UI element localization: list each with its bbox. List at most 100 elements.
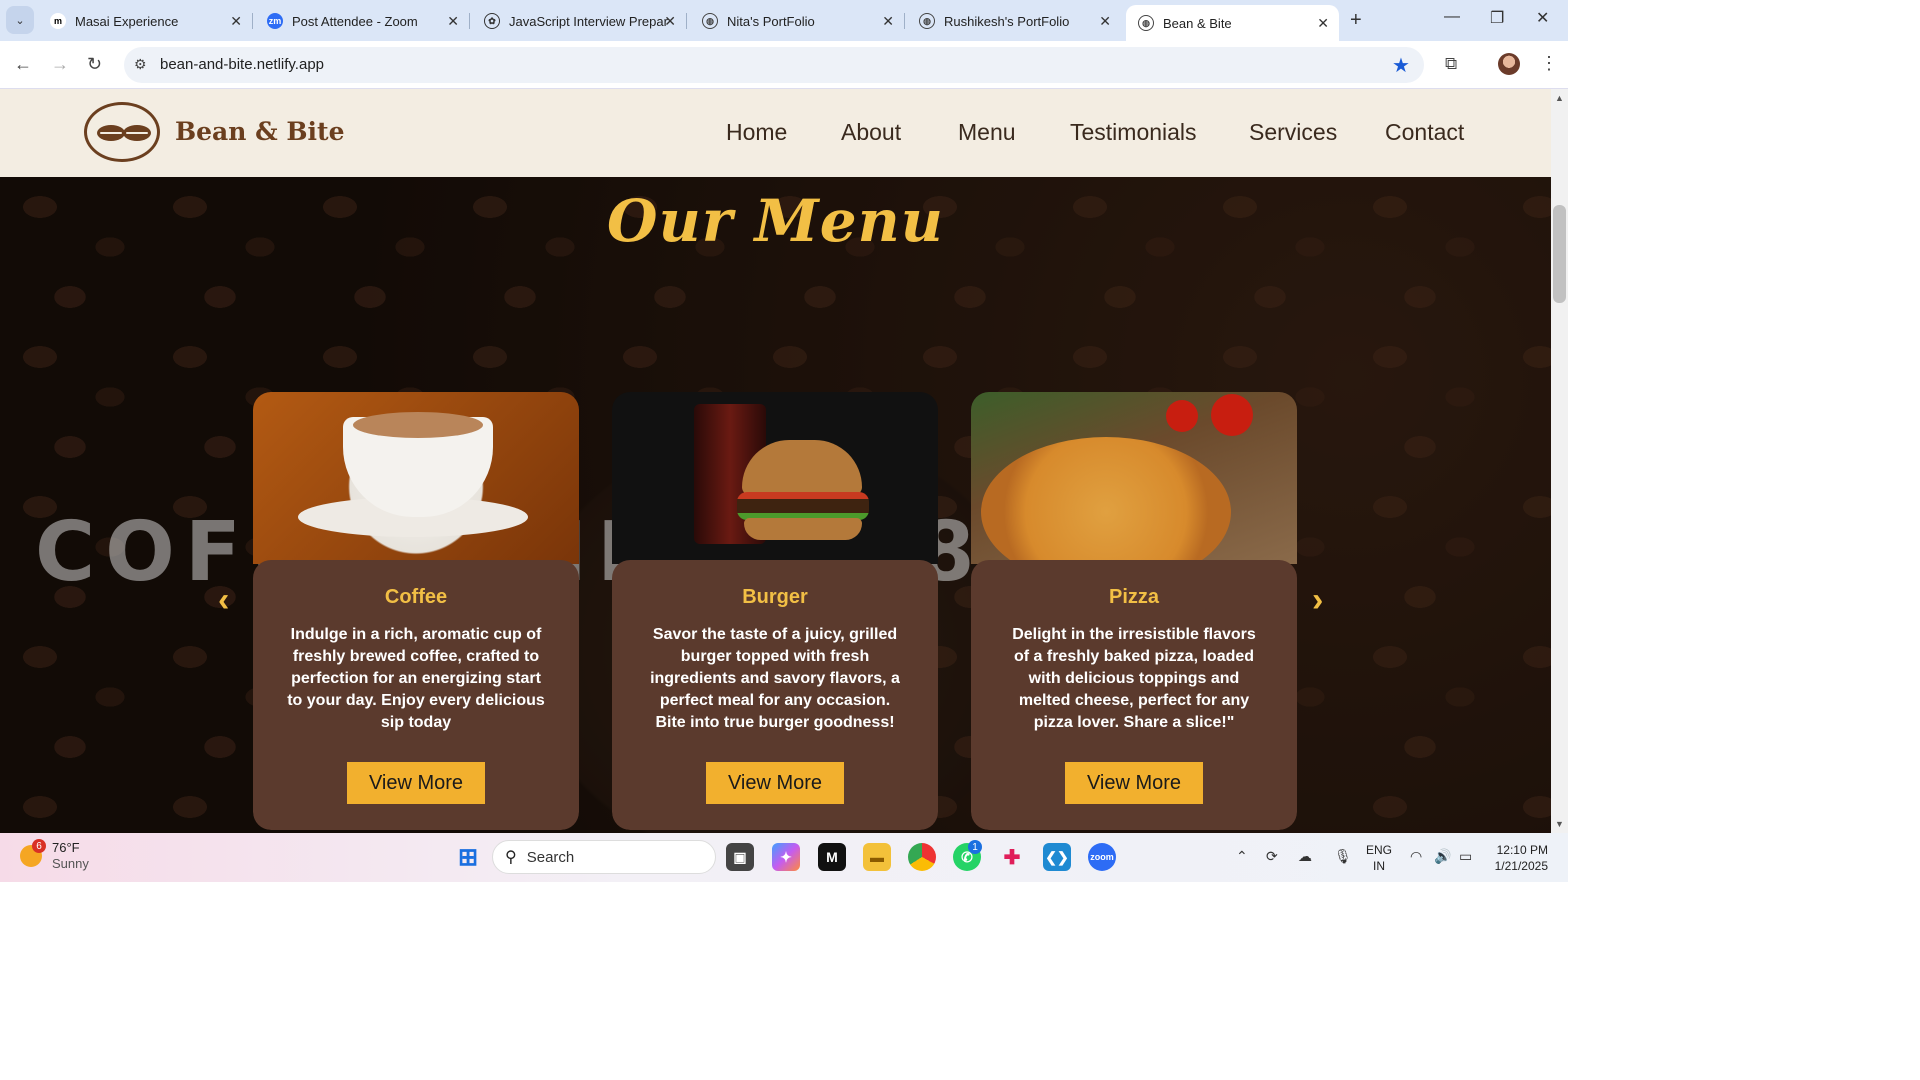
chrome-icon[interactable] <box>908 843 936 871</box>
profile-avatar[interactable] <box>1498 53 1520 75</box>
tab-title: JavaScript Interview Prepar <box>509 13 668 29</box>
tab-title: Masai Experience <box>75 13 179 29</box>
search-icon: ⚲ <box>505 849 517 866</box>
url-text[interactable]: bean-and-bite.netlify.app <box>160 56 324 73</box>
menu-card-pizza: Pizza Delight in the irresistible flavor… <box>971 392 1297 830</box>
clock-date: 1/21/2025 <box>1494 859 1548 873</box>
card-title: Pizza <box>1108 586 1160 608</box>
card-title: Coffee <box>384 586 448 608</box>
minimize-icon[interactable]: — <box>1444 8 1460 26</box>
close-icon[interactable]: ✕ <box>447 13 459 30</box>
volume-icon[interactable]: 🔊 <box>1434 848 1451 865</box>
site-header: Bean & Bite Home About Menu Testimonials… <box>0 89 1551 177</box>
back-icon[interactable]: ← <box>14 54 32 75</box>
sun-icon: 6 <box>20 839 46 867</box>
card-description: Indulge in a rich, aromatic cup of fresh… <box>287 626 545 731</box>
tab-bean-and-bite[interactable]: ◍ Bean & Bite ✕ <box>1126 5 1339 41</box>
close-icon[interactable]: ✕ <box>1317 15 1329 32</box>
sync-icon[interactable]: ⟳ <box>1266 848 1278 865</box>
coffee-image <box>253 392 579 564</box>
weather-desc: Sunny <box>52 856 89 871</box>
view-more-button[interactable]: View More <box>706 762 844 804</box>
carousel-prev-icon[interactable]: ‹ <box>218 581 229 620</box>
extensions-icon[interactable]: ⧉ <box>1445 54 1457 74</box>
menu-kebab-icon[interactable]: ⋮ <box>1540 53 1558 74</box>
zoom-icon: zm <box>267 13 283 29</box>
task-view-icon[interactable]: ▣ <box>726 843 754 871</box>
zoom-app-icon[interactable]: zoom <box>1088 843 1116 871</box>
nav-menu[interactable]: Menu <box>958 119 1016 146</box>
bookmark-star-icon[interactable]: ★ <box>1392 53 1410 78</box>
onedrive-icon[interactable]: ☁ <box>1298 848 1312 865</box>
globe-icon: ◍ <box>1138 15 1154 31</box>
section-title: Our Menu <box>607 187 944 255</box>
slack-icon[interactable]: ✚ <box>998 843 1026 871</box>
view-more-button[interactable]: View More <box>1065 762 1203 804</box>
nav-testimonials[interactable]: Testimonials <box>1070 119 1197 146</box>
wifi-icon[interactable]: ◠ <box>1410 848 1422 865</box>
close-icon[interactable]: ✕ <box>230 13 242 30</box>
masai-app-icon[interactable]: M <box>818 843 846 871</box>
tab-javascript[interactable]: ✿ JavaScript Interview Prepar ✕ <box>472 5 687 37</box>
restore-icon[interactable]: ❐ <box>1490 8 1504 28</box>
region-code: IN <box>1373 859 1385 873</box>
new-tab-icon[interactable]: + <box>1350 9 1362 32</box>
menu-card-burger: Burger Savor the taste of a juicy, grill… <box>612 392 938 830</box>
close-icon[interactable]: ✕ <box>1099 13 1111 30</box>
search-placeholder: Search <box>526 848 575 866</box>
tray-overflow-icon[interactable]: ⌃ <box>1236 848 1248 865</box>
page-scrollbar[interactable]: ▲ ▼ <box>1551 89 1568 833</box>
scroll-down-icon[interactable]: ▼ <box>1555 819 1564 829</box>
weather-temp: 76°F <box>52 840 80 855</box>
tab-nita-portfolio[interactable]: ◍ Nita's PortFolio ✕ <box>690 5 905 37</box>
weather-widget[interactable]: 6 76°F Sunny <box>20 839 89 872</box>
tab-title: Post Attendee - Zoom <box>292 13 418 29</box>
carousel-next-icon[interactable]: › <box>1312 581 1323 620</box>
tab-masai[interactable]: m Masai Experience ✕ <box>38 5 253 37</box>
browser-tab-bar: ⌄ m Masai Experience ✕ zm Post Attendee … <box>0 0 1568 41</box>
file-explorer-icon[interactable]: ▬ <box>863 843 891 871</box>
scroll-thumb[interactable] <box>1553 205 1566 303</box>
forward-icon[interactable]: → <box>51 54 69 75</box>
site-info-icon[interactable]: ⚙ <box>134 56 147 73</box>
coffee-bean-logo-icon[interactable] <box>84 102 160 162</box>
card-description: Delight in the irresistible flavors of a… <box>1012 626 1256 731</box>
view-more-button[interactable]: View More <box>347 762 485 804</box>
card-description: Savor the taste of a juicy, grilled burg… <box>650 626 900 731</box>
lang-code: ENG <box>1366 843 1393 857</box>
clock-time: 12:10 PM <box>1496 843 1548 857</box>
tab-title: Nita's PortFolio <box>727 13 815 29</box>
taskbar-search[interactable]: ⚲ Search <box>492 840 716 874</box>
tab-zoom[interactable]: zm Post Attendee - Zoom ✕ <box>255 5 470 37</box>
globe-icon: ◍ <box>702 13 718 29</box>
tab-title: Rushikesh's PortFolio <box>944 13 1070 29</box>
vscode-icon[interactable]: ❮❯ <box>1043 843 1071 871</box>
windows-start-icon[interactable]: ⊞ <box>454 843 482 871</box>
nav-about[interactable]: About <box>841 119 901 146</box>
language-indicator[interactable]: ENG IN <box>1366 842 1392 874</box>
nav-services[interactable]: Services <box>1249 119 1337 146</box>
tab-search-dropdown[interactable]: ⌄ <box>6 6 34 34</box>
pizza-image <box>971 392 1297 587</box>
clock[interactable]: 12:10 PM 1/21/2025 <box>1490 842 1548 874</box>
tab-title: Bean & Bite <box>1163 15 1232 31</box>
close-icon[interactable]: ✕ <box>664 13 676 30</box>
window-close-icon[interactable]: ✕ <box>1536 8 1549 28</box>
copilot-icon[interactable]: ✦ <box>772 843 800 871</box>
nav-contact[interactable]: Contact <box>1385 119 1464 146</box>
reload-icon[interactable]: ↻ <box>87 54 102 75</box>
notification-badge: 6 <box>32 839 46 853</box>
close-icon[interactable]: ✕ <box>882 13 894 30</box>
website-viewport: Bean & Bite Home About Menu Testimonials… <box>0 89 1551 833</box>
omnibox[interactable]: ⚙ bean-and-bite.netlify.app <box>124 47 1424 83</box>
microphone-icon[interactable]: 🎙 <box>1334 848 1352 865</box>
tab-rushikesh-portfolio[interactable]: ◍ Rushikesh's PortFolio ✕ <box>907 5 1121 37</box>
nav-home[interactable]: Home <box>726 119 787 146</box>
battery-icon[interactable]: ▭ <box>1459 848 1472 865</box>
openai-icon: ✿ <box>484 13 500 29</box>
burger-image <box>612 392 938 564</box>
scroll-up-icon[interactable]: ▲ <box>1555 93 1564 103</box>
windows-taskbar: 6 76°F Sunny ⊞ ⚲ Search ▣ ✦ M ▬ ✆ 1 ✚ ❮❯… <box>0 833 1568 882</box>
masai-icon: m <box>50 13 66 29</box>
brand-name[interactable]: Bean & Bite <box>175 117 344 146</box>
